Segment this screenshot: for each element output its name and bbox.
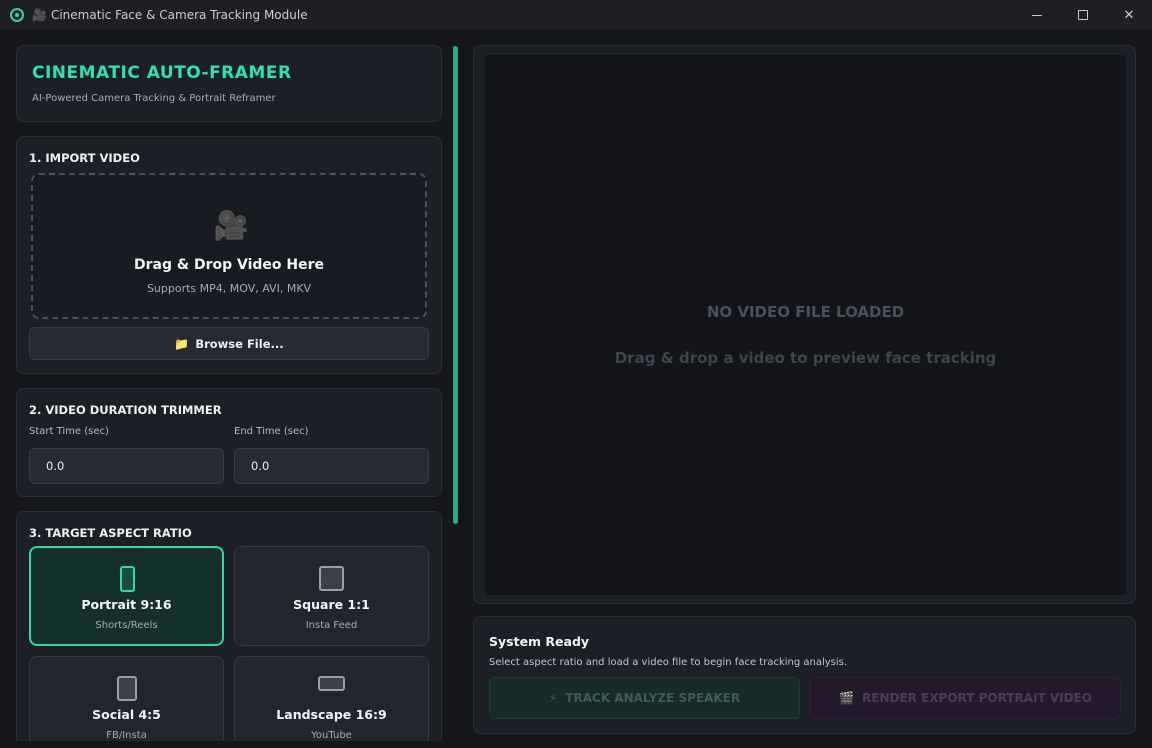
video-dropzone[interactable]: 🎥 Drag & Drop Video Here Supports MP4, M… [31, 173, 427, 319]
end-time-input[interactable] [234, 448, 429, 484]
browse-file-button[interactable]: 📁 Browse File... [29, 327, 429, 360]
window-controls: ✕ [1014, 0, 1152, 30]
preview-hint: Drag & drop a video to preview face trac… [614, 349, 997, 367]
ratio-option-social[interactable]: Social 4:5 FB/Insta [29, 656, 224, 741]
track-analyze-button[interactable]: ⚡ TRACK ANALYZE SPEAKER [489, 677, 800, 719]
render-export-label: RENDER EXPORT PORTRAIT VIDEO [862, 691, 1092, 705]
close-icon: ✕ [1123, 7, 1135, 23]
ratio-option-label: Portrait 9:16 [81, 597, 172, 612]
status-message: Select aspect ratio and load a video fil… [489, 657, 848, 668]
end-time-label: End Time (sec) [234, 426, 309, 437]
brand-panel: CINEMATIC AUTO-FRAMER AI-Powered Camera … [16, 45, 442, 122]
landscape-frame-icon [318, 676, 345, 691]
aspect-ratio-panel: 3. TARGET ASPECT RATIO Portrait 9:16 Sho… [16, 511, 442, 741]
video-camera-icon: 🎥 [213, 209, 249, 242]
ratio-option-square[interactable]: Square 1:1 Insta Feed [234, 546, 429, 646]
ratio-option-sub: Insta Feed [305, 620, 358, 631]
import-video-panel: 1. IMPORT VIDEO 🎥 Drag & Drop Video Here… [16, 136, 442, 374]
status-panel: System Ready Select aspect ratio and loa… [473, 616, 1136, 734]
minimize-icon [1032, 14, 1042, 16]
ratio-option-label: Landscape 16:9 [276, 707, 387, 722]
window-title: Cinematic Face & Camera Tracking Module [50, 8, 308, 22]
duration-trimmer-panel: 2. VIDEO DURATION TRIMMER Start Time (se… [16, 388, 442, 497]
ratio-option-sub: YouTube [311, 730, 352, 741]
aspect-section-title: 3. TARGET ASPECT RATIO [29, 526, 192, 540]
maximize-button[interactable] [1060, 0, 1106, 30]
lightning-icon: ⚡ [548, 691, 558, 705]
ratio-option-landscape[interactable]: Landscape 16:9 YouTube [234, 656, 429, 741]
app-logo-icon [10, 8, 24, 22]
start-time-input[interactable] [29, 448, 224, 484]
clapperboard-icon: 🎬 [839, 691, 855, 705]
app-brand-title: CINEMATIC AUTO-FRAMER [32, 63, 292, 83]
no-video-message: NO VIDEO FILE LOADED [706, 303, 905, 321]
ratio-option-portrait[interactable]: Portrait 9:16 Shorts/Reels [29, 546, 224, 646]
title-bar: 🎥 Cinematic Face & Camera Tracking Modul… [0, 0, 1152, 30]
folder-icon: 📁 [174, 336, 190, 351]
ratio-option-sub: Shorts/Reels [95, 620, 158, 631]
status-title: System Ready [489, 634, 590, 649]
square-frame-icon [319, 566, 344, 591]
app-brand-subtitle: AI-Powered Camera Tracking & Portrait Re… [32, 93, 276, 104]
start-time-label: Start Time (sec) [29, 426, 109, 437]
dropzone-title: Drag & Drop Video Here [134, 257, 324, 273]
ratio-option-label: Social 4:5 [92, 707, 161, 722]
sidebar-scrollbar[interactable] [453, 46, 458, 524]
video-preview-canvas[interactable]: NO VIDEO FILE LOADED Drag & drop a video… [485, 55, 1126, 595]
import-section-title: 1. IMPORT VIDEO [29, 151, 140, 165]
dropzone-formats: Supports MP4, MOV, AVI, MKV [146, 282, 312, 295]
video-preview-panel: NO VIDEO FILE LOADED Drag & drop a video… [473, 45, 1136, 604]
trimmer-section-title: 2. VIDEO DURATION TRIMMER [29, 403, 222, 417]
minimize-button[interactable] [1014, 0, 1060, 30]
render-export-button[interactable]: 🎬 RENDER EXPORT PORTRAIT VIDEO [810, 677, 1121, 719]
ratio-option-label: Square 1:1 [293, 597, 370, 612]
ratio-option-sub: FB/Insta [106, 730, 147, 741]
browse-file-label: Browse File... [195, 336, 284, 351]
close-button[interactable]: ✕ [1106, 0, 1152, 30]
social-frame-icon [117, 676, 137, 701]
camera-icon: 🎥 [32, 8, 47, 22]
maximize-icon [1078, 10, 1088, 20]
portrait-frame-icon [120, 566, 135, 592]
track-analyze-label: TRACK ANALYZE SPEAKER [565, 691, 741, 705]
